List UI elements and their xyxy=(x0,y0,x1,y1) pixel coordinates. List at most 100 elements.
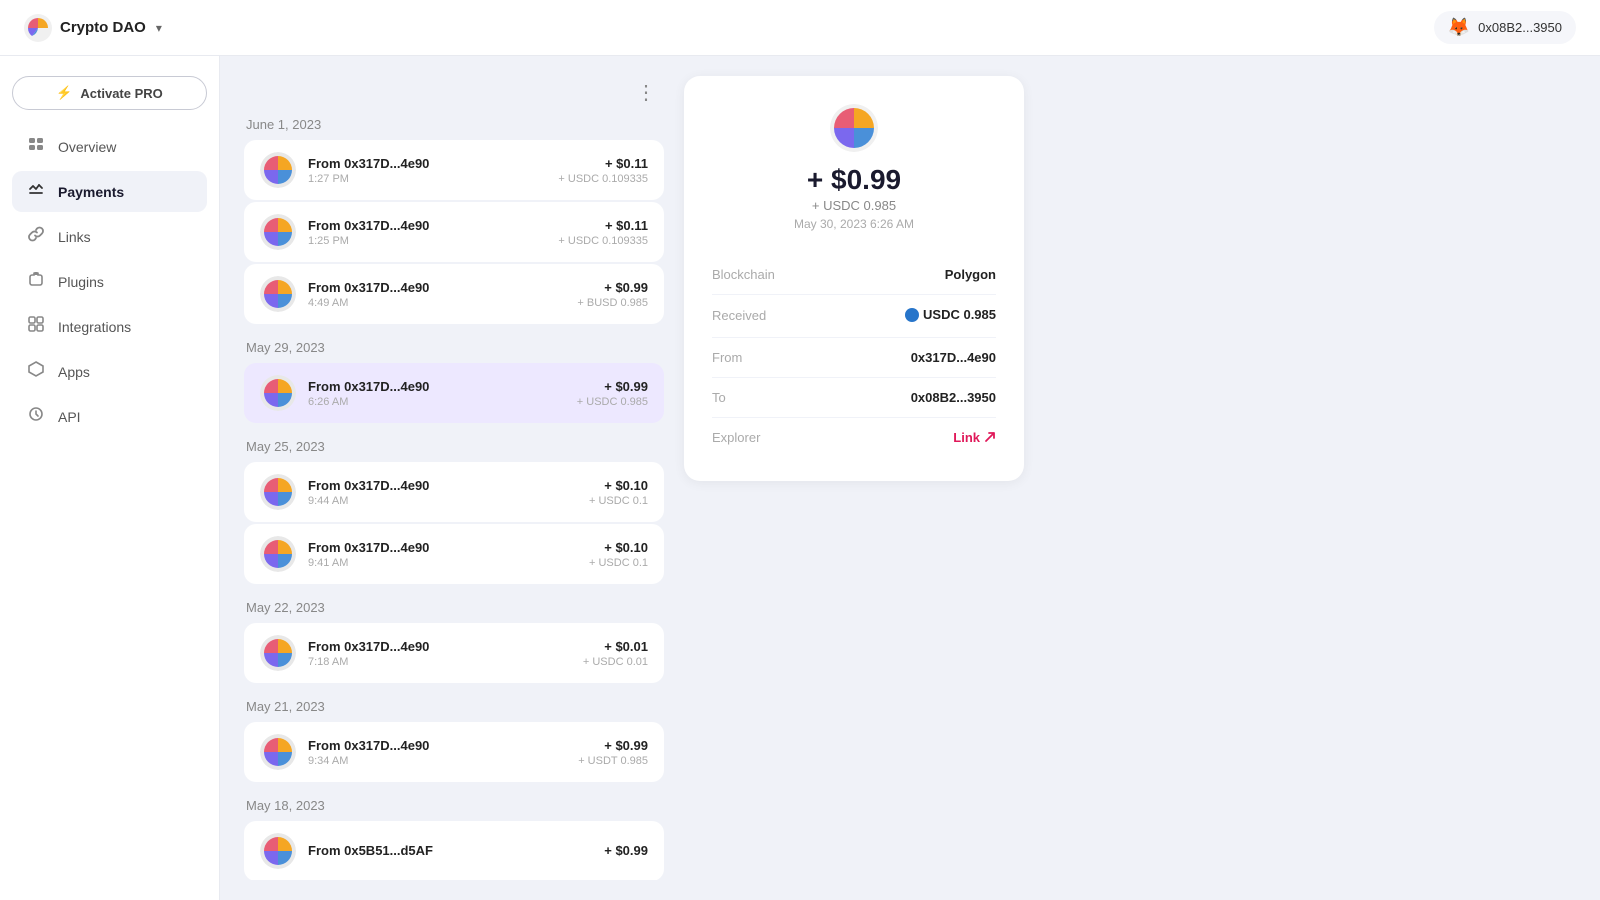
tx-amount-col: + $0.11 + USDC 0.109335 xyxy=(558,218,648,247)
sidebar-item-integrations[interactable]: Integrations xyxy=(12,306,207,347)
tx-avatar xyxy=(260,635,296,671)
sidebar-item-links[interactable]: Links xyxy=(12,216,207,257)
tx-from-address: From 0x317D...4e90 xyxy=(308,156,546,171)
tx-info: From 0x317D...4e906:26 AM xyxy=(308,379,565,408)
tx-amount-col: + $0.99+ BUSD 0.985 xyxy=(577,280,648,309)
detail-row-key: To xyxy=(712,390,726,405)
tx-amount: + $0.10 xyxy=(589,540,648,555)
detail-row-value[interactable]: Link xyxy=(953,430,996,445)
api-label: API xyxy=(58,409,81,425)
integrations-label: Integrations xyxy=(58,319,131,335)
wallet-icon: 🦊 xyxy=(1448,17,1470,38)
detail-rows: BlockchainPolygonReceived USDC 0.985From… xyxy=(712,255,996,457)
links-icon xyxy=(26,226,46,247)
tx-amount: + $0.11 xyxy=(558,218,648,233)
wallet-button[interactable]: 🦊 0x08B2...3950 xyxy=(1434,11,1576,44)
detail-header: + $0.99 + USDC 0.985 May 30, 2023 6:26 A… xyxy=(712,104,996,231)
tx-amount: + $0.11 xyxy=(558,156,648,171)
app-dropdown-chevron[interactable]: ▾ xyxy=(156,21,162,35)
sidebar-item-overview[interactable]: Overview xyxy=(12,126,207,167)
transaction-item[interactable]: From 0x317D...4e909:34 AM+ $0.99+ USDT 0… xyxy=(244,722,664,782)
sidebar: ⚡ Activate PRO Overview xyxy=(0,56,220,900)
transaction-item[interactable]: From 0x317D...4e90 4:49 AM + $0.99+ BUSD 0… xyxy=(244,264,664,324)
detail-row: From0x317D...4e90 xyxy=(712,338,996,378)
tx-amount-sub: + USDT 0.985 xyxy=(578,755,648,767)
tx-avatar xyxy=(260,474,296,510)
tx-amount: + $0.99 xyxy=(578,738,648,753)
sidebar-item-apps[interactable]: Apps xyxy=(12,351,207,392)
tx-amount-sub: + USDC 0.109335 xyxy=(558,173,648,185)
sidebar-item-api[interactable]: API xyxy=(12,396,207,437)
plugins-label: Plugins xyxy=(58,274,104,290)
sidebar-item-plugins[interactable]: Plugins xyxy=(12,261,207,302)
payments-icon xyxy=(26,181,46,202)
tx-amount-sub: + USDC 0.985 xyxy=(577,396,648,408)
tx-amount-col: + $0.99 xyxy=(604,843,648,860)
transaction-item[interactable]: From 0x317D...4e907:18 AM+ $0.01+ USDC 0… xyxy=(244,623,664,683)
tx-from-address: From 0x317D...4e90 xyxy=(308,218,546,233)
activate-pro-button[interactable]: ⚡ Activate PRO xyxy=(12,76,207,110)
transaction-date-group: May 22, 2023 From 0x317D...4e907:18 AM + … xyxy=(244,600,664,683)
date-label: May 22, 2023 xyxy=(244,600,664,615)
tx-amount: + $0.01 xyxy=(583,639,648,654)
detail-coin-icon xyxy=(830,104,878,152)
tx-avatar xyxy=(260,536,296,572)
tx-avatar xyxy=(260,276,296,312)
detail-row-value: USDC 0.985 xyxy=(905,307,996,325)
detail-row: Received USDC 0.985 xyxy=(712,295,996,338)
tx-amount-sub: + USDC 0.1 xyxy=(589,557,648,569)
sidebar-item-payments[interactable]: Payments xyxy=(12,171,207,212)
tx-avatar xyxy=(260,734,296,770)
transaction-item[interactable]: From 0x317D...4e901:27 PM+ $0.11+ USDC 0… xyxy=(244,140,664,200)
transactions-panel: ⋮ June 1, 2023 From 0x317D...4e901:27 PM… xyxy=(244,76,664,880)
detail-row-key: Blockchain xyxy=(712,267,775,282)
tx-from-address: From 0x317D...4e90 xyxy=(308,379,565,394)
transaction-date-group: June 1, 2023 From 0x317D...4e901:27 PM+ … xyxy=(244,117,664,324)
usdc-icon xyxy=(905,308,919,322)
transaction-date-group: May 29, 2023 From 0x317D...4e906:26 AM+ … xyxy=(244,340,664,423)
detail-amount-main: + $0.99 xyxy=(807,164,901,196)
apps-label: Apps xyxy=(58,364,90,380)
links-label: Links xyxy=(58,229,91,245)
tx-time: 1:25 PM xyxy=(308,235,546,247)
tx-time: 9:44 AM xyxy=(308,495,577,507)
tx-avatar xyxy=(260,214,296,250)
integrations-icon xyxy=(26,316,46,337)
tx-from-address: From 0x317D...4e90 xyxy=(308,280,565,295)
transaction-item[interactable]: From 0x317D...4e909:41 AM+ $0.10+ USDC 0… xyxy=(244,524,664,584)
date-label: May 21, 2023 xyxy=(244,699,664,714)
topbar: Crypto DAO ▾ 🦊 0x08B2...3950 xyxy=(0,0,1600,56)
tx-avatar xyxy=(260,833,296,869)
detail-row-key: Received xyxy=(712,308,766,323)
tx-info: From 0x317D...4e907:18 AM xyxy=(308,639,571,668)
tx-amount-sub: + USDC 0.109335 xyxy=(558,235,648,247)
detail-row-value: Polygon xyxy=(945,267,996,282)
app-brand[interactable]: Crypto DAO ▾ xyxy=(24,14,162,42)
app-logo-icon xyxy=(24,14,52,42)
detail-panel: + $0.99 + USDC 0.985 May 30, 2023 6:26 A… xyxy=(684,76,1024,481)
tx-from-address: From 0x317D...4e90 xyxy=(308,738,566,753)
content-area: ⋮ June 1, 2023 From 0x317D...4e901:27 PM… xyxy=(220,56,1600,900)
detail-row: Blockchain Polygon xyxy=(712,255,996,295)
transaction-date-group: May 18, 2023 From 0x5B51...d5AF + $0.99 xyxy=(244,798,664,880)
detail-row: ExplorerLink xyxy=(712,418,996,457)
tx-info: From 0x5B51...d5AF xyxy=(308,843,592,860)
tx-avatar xyxy=(260,152,296,188)
transaction-groups: June 1, 2023 From 0x317D...4e901:27 PM+ … xyxy=(244,117,664,880)
transaction-item[interactable]: From 0x317D...4e906:26 AM+ $0.99+ USDC 0… xyxy=(244,363,664,423)
transaction-item[interactable]: From 0x317D...4e909:44 AM+ $0.10+ USDC 0… xyxy=(244,462,664,522)
tx-amount: + $0.99 xyxy=(604,843,648,858)
main-layout: ⚡ Activate PRO Overview xyxy=(0,56,1600,900)
date-label: June 1, 2023 xyxy=(244,117,664,132)
tx-from-address: From 0x317D...4e90 xyxy=(308,639,571,654)
tx-time: 4:49 AM xyxy=(308,297,565,309)
date-label: May 18, 2023 xyxy=(244,798,664,813)
transaction-item[interactable]: From 0x5B51...d5AF + $0.99 xyxy=(244,821,664,880)
apps-icon xyxy=(26,361,46,382)
more-options-button[interactable]: ⋮ xyxy=(628,76,664,109)
transaction-item[interactable]: From 0x317D...4e90 1:25 PM + $0.11 + USDC 0… xyxy=(244,202,664,262)
tx-amount: + $0.10 xyxy=(589,478,648,493)
api-icon xyxy=(26,406,46,427)
tx-amount-col: + $0.10 + USDC 0.1 xyxy=(589,540,648,569)
tx-info: From 0x317D...4e90 4:49 AM xyxy=(308,280,565,309)
